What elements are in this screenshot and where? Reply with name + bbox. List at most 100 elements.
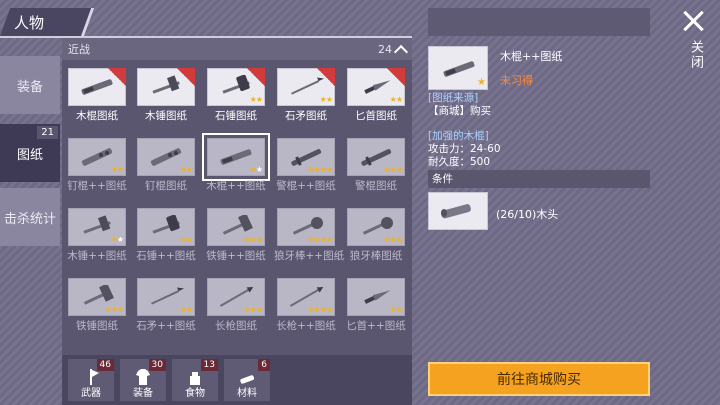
- rarity-stars: ★★: [249, 165, 263, 174]
- rarity-stars: ★★★: [383, 165, 403, 174]
- detail-header-bar: [428, 8, 650, 36]
- blueprint-cell[interactable]: ★★ 石锤图纸: [204, 64, 266, 122]
- blueprint-cell[interactable]: ★★★★ 长枪++图纸: [274, 274, 336, 332]
- blueprint-label: 匕首++图纸: [346, 320, 406, 332]
- blueprint-card[interactable]: ★★: [137, 208, 195, 246]
- category-count: 30: [148, 359, 166, 371]
- blueprint-cell[interactable]: ★★ 木锤++图纸: [65, 204, 127, 262]
- blueprint-cell[interactable]: ★★ 匕首++图纸: [344, 274, 406, 332]
- close-area[interactable]: 关闭: [668, 0, 720, 405]
- blueprint-cell[interactable]: ★★ 木棍++图纸: [202, 133, 270, 192]
- blueprint-cell[interactable]: ★★ 钉棍图纸: [134, 134, 196, 192]
- blueprint-card[interactable]: ★★: [207, 68, 265, 106]
- item-count: 24: [378, 42, 392, 56]
- blueprint-card[interactable]: ★★★: [347, 138, 405, 176]
- blueprint-cell[interactable]: 木棍图纸: [65, 64, 127, 122]
- blueprint-card[interactable]: ★★: [68, 138, 126, 176]
- blueprint-label: 石矛图纸: [285, 110, 327, 122]
- blueprint-label: 匕首图纸: [355, 110, 397, 122]
- blueprint-label: 石锤图纸: [215, 110, 257, 122]
- wood-log-icon: [441, 204, 471, 219]
- chevron-up-icon[interactable]: [393, 44, 409, 59]
- blueprint-card[interactable]: ★★: [68, 208, 126, 246]
- blueprint-card[interactable]: [137, 68, 195, 106]
- count-area: 24: [378, 42, 409, 59]
- go-to-shop-button[interactable]: 前往商城购买: [428, 362, 650, 396]
- tab-blueprints[interactable]: 图纸 21: [0, 124, 60, 182]
- blueprint-card[interactable]: ★★: [347, 68, 405, 106]
- blueprint-label: 铁锤图纸: [76, 320, 118, 332]
- new-badge: [177, 68, 195, 86]
- blueprint-cell[interactable]: ★★ 石锤++图纸: [134, 204, 196, 262]
- rarity-stars: ★★: [389, 95, 403, 104]
- category-label: 食物: [185, 388, 205, 399]
- category-label: 装备: [133, 388, 153, 399]
- blueprint-card[interactable]: ★★★: [207, 208, 265, 246]
- blueprint-card[interactable]: ★★: [137, 278, 195, 316]
- category-label: 材料: [237, 388, 257, 399]
- tab-kill-stats[interactable]: 击杀统计: [0, 188, 60, 246]
- blueprint-cell[interactable]: ★★★ 警棍图纸: [344, 134, 406, 192]
- blueprint-card[interactable]: ★★★: [207, 278, 265, 316]
- blueprint-card[interactable]: ★★: [202, 133, 270, 181]
- blueprint-cell[interactable]: ★★★ 长枪图纸: [204, 274, 266, 332]
- tab-label: 击杀统计: [3, 211, 56, 227]
- panel-header[interactable]: 近战 24: [62, 38, 412, 60]
- tab-equipment[interactable]: 装备: [0, 56, 60, 114]
- blueprint-label: 木锤++图纸: [67, 250, 127, 262]
- blueprint-label: 石矛++图纸: [136, 320, 196, 332]
- blueprint-label: 警棍图纸: [355, 180, 397, 192]
- new-badge: [387, 68, 405, 86]
- category-tab-axe[interactable]: 46 武器: [68, 359, 114, 401]
- rarity-stars: ★★★★: [307, 305, 333, 314]
- rarity-stars: ★★★: [104, 305, 124, 314]
- blueprint-card[interactable]: ★★★: [68, 278, 126, 316]
- category-tab-shirt[interactable]: 30 装备: [120, 359, 166, 401]
- category-tab-food[interactable]: 13 食物: [172, 359, 218, 401]
- rarity-stars: ★★: [179, 165, 193, 174]
- blueprint-card[interactable]: ★★★★: [277, 278, 335, 316]
- category-label: 近战: [68, 43, 90, 56]
- blueprint-cell[interactable]: ★★★★ 警棍++图纸: [274, 134, 336, 192]
- rarity-stars: ★★: [249, 95, 263, 104]
- blueprint-cell[interactable]: ★★ 石矛++图纸: [134, 274, 196, 332]
- blueprint-label: 警棍++图纸: [276, 180, 336, 192]
- category-tab-material[interactable]: 6 材料: [224, 359, 270, 401]
- rarity-stars: ★★★★: [307, 235, 333, 244]
- blueprint-panel: 近战 24 木棍图纸 木锤图纸 ★★ 石锤图纸 ★★ 石矛图纸 ★★ 匕首图纸 ★★ 钉棍++图纸…: [62, 38, 412, 355]
- blueprint-card[interactable]: ★★★★: [277, 138, 335, 176]
- blueprint-label: 木棍++图纸: [206, 180, 266, 192]
- item-stars: ★: [477, 77, 486, 88]
- blueprint-card[interactable]: [68, 68, 126, 106]
- blueprint-card[interactable]: ★★★★: [277, 208, 335, 246]
- conditions-header: 条件: [428, 170, 650, 188]
- blueprint-card[interactable]: ★★★: [347, 208, 405, 246]
- blueprint-card[interactable]: ★★: [347, 278, 405, 316]
- blueprint-cell[interactable]: 木锤图纸: [134, 64, 196, 122]
- stick-icon: [443, 61, 475, 77]
- blueprint-label: 木锤图纸: [145, 110, 187, 122]
- page-title: 人物: [14, 14, 45, 32]
- rarity-stars: ★★: [179, 235, 193, 244]
- new-badge: [247, 68, 265, 86]
- close-icon[interactable]: [682, 10, 704, 32]
- blueprint-cell[interactable]: ★★★ 铁锤图纸: [65, 274, 127, 332]
- blueprint-card[interactable]: ★★: [137, 138, 195, 176]
- material-card: [428, 192, 488, 230]
- blueprint-cell[interactable]: ★★★ 狼牙棒图纸: [344, 204, 406, 262]
- rarity-stars: ★★★: [243, 305, 263, 314]
- blueprint-cell[interactable]: ★★ 匕首图纸: [344, 64, 406, 122]
- rarity-stars: ★★★: [243, 235, 263, 244]
- blueprint-cell[interactable]: ★★★ 铁锤++图纸: [204, 204, 266, 262]
- source-text: 【商城】购买: [428, 105, 491, 117]
- detail-item-name: 木棍++图纸: [500, 50, 563, 63]
- blueprint-cell[interactable]: ★★ 石矛图纸: [274, 64, 336, 122]
- rarity-stars: ★★★: [383, 235, 403, 244]
- blueprint-cell[interactable]: ★★★★ 狼牙棒++图纸: [274, 204, 344, 262]
- tab-label: 装备: [16, 79, 43, 95]
- material-requirement: (26/10)木头: [496, 208, 559, 221]
- new-badge: [108, 68, 126, 86]
- blueprint-card[interactable]: ★★: [277, 68, 335, 106]
- tab-count-badge: 21: [37, 126, 58, 139]
- blueprint-cell[interactable]: ★★ 钉棍++图纸: [65, 134, 127, 192]
